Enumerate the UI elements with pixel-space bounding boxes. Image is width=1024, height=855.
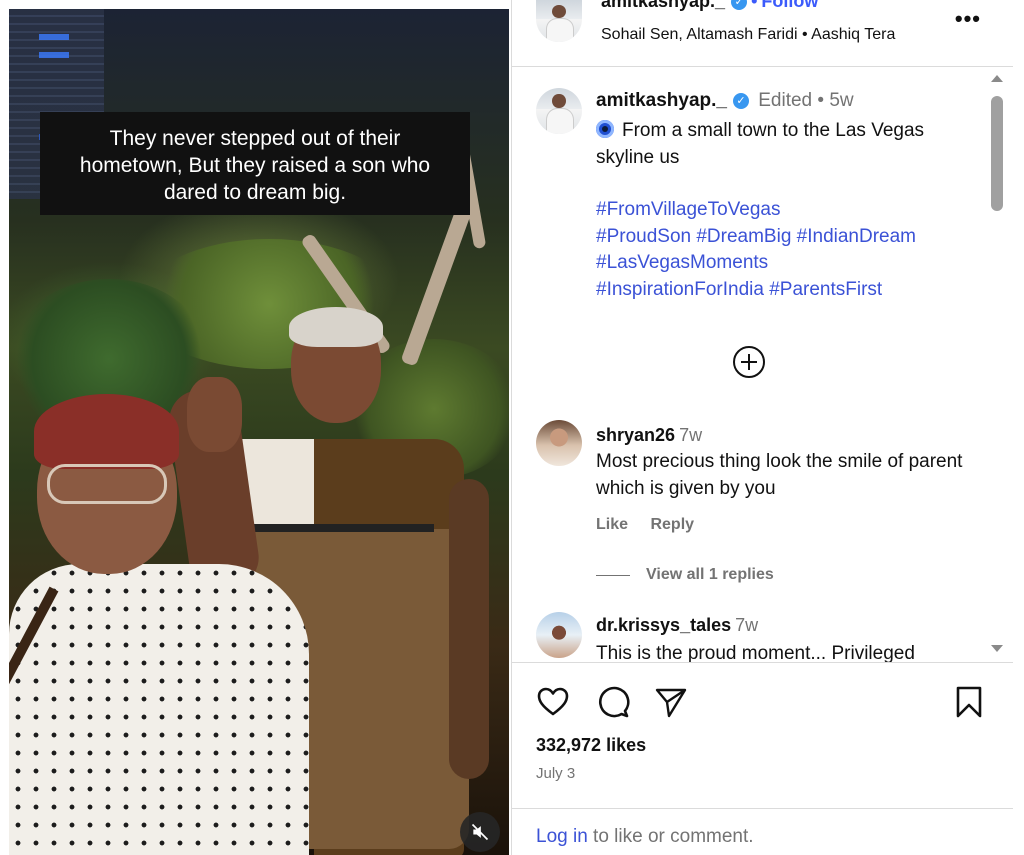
building-lights — [39, 34, 69, 40]
scroll-up-arrow-icon[interactable] — [991, 75, 1003, 82]
post-date[interactable]: July 3 — [536, 765, 575, 782]
comment-username[interactable]: dr.krissys_tales — [596, 615, 731, 635]
caption-text: From a small town to the Las Vegas skyli… — [596, 117, 976, 171]
more-options-icon[interactable]: ••• — [955, 8, 981, 30]
mute-button[interactable] — [460, 812, 500, 852]
caption-author-line: amitkashyap._ ✓ Edited • 5w — [596, 90, 854, 112]
caption-meta: Edited • 5w — [758, 90, 854, 111]
caption-author-username[interactable]: amitkashyap._ — [596, 90, 727, 111]
audio-attribution[interactable]: Sohail Sen, Altamash Faridi • Aashiq Ter… — [601, 26, 895, 44]
heart-icon[interactable] — [536, 685, 570, 719]
reply-button[interactable]: Reply — [650, 516, 694, 533]
commenter-avatar[interactable] — [536, 612, 582, 658]
woman-glasses — [47, 464, 167, 504]
comment-time: 7w — [735, 615, 759, 635]
caption-body: From a small town to the Las Vegas skyli… — [596, 120, 925, 168]
scroll-down-arrow-icon[interactable] — [991, 645, 1003, 652]
post-actions-bar — [512, 662, 1013, 742]
video-caption-overlay: They never stepped out of their hometown… — [40, 112, 470, 215]
comment-username[interactable]: shryan26 — [596, 425, 675, 445]
comment-text: Most precious thing look the smile of pa… — [596, 451, 963, 499]
verified-badge-icon: ✓ — [731, 0, 748, 11]
verified-badge-icon: ✓ — [732, 92, 749, 109]
speaker-muted-icon — [471, 823, 489, 841]
view-replies-button[interactable]: View all 1 replies — [596, 566, 774, 584]
view-replies-label: View all 1 replies — [646, 566, 774, 583]
comment-actions: Like Reply — [596, 516, 712, 534]
comment-author-line: shryan26 7w — [596, 425, 702, 446]
hashtag-line[interactable]: #InspirationForIndia #ParentsFirst — [596, 277, 916, 304]
bookmark-icon[interactable] — [952, 685, 986, 719]
post-panel: amitkashyap._ ✓ • Follow Sohail Sen, Altama… — [511, 0, 1013, 855]
header-author-line: amitkashyap._ ✓ • Follow — [601, 0, 818, 12]
login-prompt-text: to like or comment. — [587, 826, 754, 847]
comment-time: 7w — [679, 425, 703, 445]
login-prompt: Log in to like or comment. — [536, 826, 754, 848]
man-shirt-band — [244, 524, 434, 532]
hashtag-line[interactable]: #ProudSon #DreamBig #IndianDream — [596, 224, 916, 251]
caption-line: They never stepped out of their — [109, 127, 401, 150]
post-media[interactable]: They never stepped out of their hometown… — [9, 9, 509, 855]
comment-author-line: dr.krissys_tales 7w — [596, 615, 758, 636]
hashtag-list: #FromVillageToVegas #ProudSon #DreamBig … — [596, 197, 916, 303]
comment-text: This is the proud moment... Privileged — [596, 643, 915, 662]
login-link[interactable]: Log in — [536, 826, 588, 847]
caption-line: hometown, But they raised a son who — [79, 154, 431, 177]
likes-count[interactable]: 332,972 likes — [536, 735, 646, 756]
share-icon[interactable] — [654, 685, 688, 719]
scrollbar-thumb[interactable] — [991, 96, 1003, 211]
view-replies-line — [596, 574, 630, 576]
post-header: amitkashyap._ ✓ • Follow Sohail Sen, Altama… — [512, 0, 1013, 67]
woman-dress — [9, 564, 309, 855]
commenter-avatar[interactable] — [536, 420, 582, 466]
author-username[interactable]: amitkashyap._ — [601, 0, 725, 11]
man-hand — [187, 377, 242, 452]
comments-scroll-area[interactable]: amitkashyap._ ✓ Edited • 5w From a small … — [512, 68, 1013, 662]
caption-author-avatar[interactable] — [536, 88, 582, 134]
hashtag-line[interactable]: #FromVillageToVegas — [596, 197, 916, 224]
like-comment-button[interactable]: Like — [596, 516, 628, 533]
nazar-eye-icon — [596, 120, 614, 138]
load-more-comments-icon[interactable] — [732, 345, 766, 379]
separator-dot: • — [751, 0, 758, 11]
man-hair — [289, 307, 383, 347]
woman-hair — [34, 394, 179, 469]
caption-line: dared to dream big. — [163, 181, 347, 204]
follow-button[interactable]: Follow — [761, 0, 818, 11]
author-avatar[interactable] — [536, 0, 582, 42]
man-arm-right — [449, 479, 489, 779]
login-footer: Log in to like or comment. — [512, 808, 1013, 855]
comment-icon[interactable] — [596, 685, 630, 719]
hashtag-line[interactable]: #LasVegasMoments — [596, 250, 916, 277]
